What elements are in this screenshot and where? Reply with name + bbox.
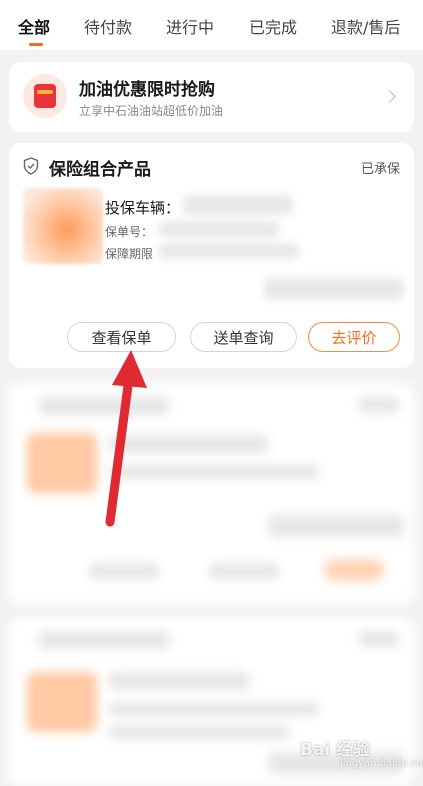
order-card-blurred xyxy=(9,383,414,605)
baidu-jingyan-watermark: Bai 经验 xyxy=(300,740,371,760)
tab-refund[interactable]: 退款/售后 xyxy=(331,14,400,38)
policy-number-redacted xyxy=(159,221,279,237)
price-redacted xyxy=(264,278,404,300)
promo-title: 加油优惠限时抢购 xyxy=(79,80,215,100)
coverage-period-label: 保障期限 xyxy=(105,247,154,261)
tab-in-progress[interactable]: 进行中 xyxy=(166,14,214,38)
insurance-order-card: 保险组合产品 已承保 投保车辆： 保单号： 保障期限 查看保单 送单查询 去评价 xyxy=(9,143,414,368)
policy-number-label: 保单号： xyxy=(105,225,154,239)
order-status: 已承保 xyxy=(360,162,400,177)
fuel-promo-banner[interactable]: 加油优惠限时抢购 立享中石油油站超低价加油 xyxy=(9,62,414,132)
tab-pending-payment[interactable]: 待付款 xyxy=(84,14,132,38)
vehicle-label: 投保车辆： xyxy=(105,199,181,217)
view-policy-button[interactable]: 查看保单 xyxy=(67,322,176,352)
tab-all[interactable]: 全部 xyxy=(18,14,50,38)
tab-completed[interactable]: 已完成 xyxy=(249,14,297,38)
promo-subtitle: 立享中石油油站超低价加油 xyxy=(79,104,224,118)
delivery-query-button[interactable]: 送单查询 xyxy=(190,322,297,352)
order-title: 保险组合产品 xyxy=(49,160,151,180)
coverage-period-redacted xyxy=(159,243,299,259)
red-envelope-icon xyxy=(23,74,67,118)
product-thumbnail xyxy=(23,188,103,264)
watermark-site: jingyan.baidu.com xyxy=(340,758,423,769)
active-tab-indicator xyxy=(29,43,43,46)
review-button[interactable]: 去评价 xyxy=(308,322,400,352)
order-tabs: 全部 待付款 进行中 已完成 退款/售后 xyxy=(0,0,423,50)
chevron-right-icon xyxy=(383,90,396,103)
shield-icon xyxy=(23,157,39,175)
vehicle-value-redacted xyxy=(183,195,293,215)
